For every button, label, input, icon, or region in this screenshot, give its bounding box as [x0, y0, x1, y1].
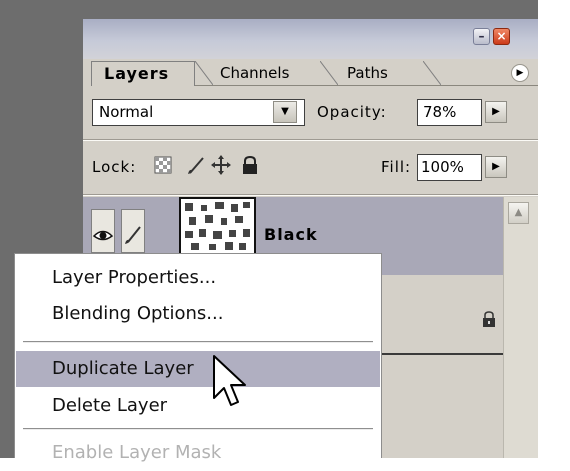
divider — [83, 139, 538, 141]
tab-slant — [423, 61, 441, 86]
opacity-label: Opacity: — [317, 103, 387, 121]
menu-item-delete-layer[interactable]: Delete Layer — [16, 388, 380, 424]
palette-titlebar[interactable]: – × — [83, 19, 538, 59]
opacity-value: 78% — [423, 103, 457, 121]
menu-item-label: Delete Layer — [52, 395, 168, 416]
menu-item-duplicate-layer[interactable]: Duplicate Layer — [16, 351, 380, 387]
menu-item-enable-layer-mask: Enable Layer Mask — [16, 435, 380, 471]
link-toggle[interactable] — [121, 209, 145, 253]
lock-brush-icon[interactable] — [186, 154, 206, 176]
tab-paths-label: Paths — [347, 64, 388, 82]
scrollbar[interactable] — [503, 197, 538, 458]
menu-item-label: Layer Properties... — [52, 267, 217, 288]
menu-item-blending-options[interactable]: Blending Options... — [16, 296, 380, 332]
fill-input[interactable]: 100% — [417, 154, 482, 181]
close-icon[interactable]: × — [493, 28, 510, 45]
context-menu: Layer Properties... Blending Options... … — [14, 253, 382, 463]
layer-thumbnail[interactable] — [179, 197, 256, 255]
tab-slant — [195, 61, 213, 86]
cursor-icon — [213, 355, 246, 406]
tab-channels-label: Channels — [220, 64, 290, 82]
brush-icon — [125, 226, 141, 244]
divider — [83, 194, 538, 196]
tab-layers-label: Layers — [104, 64, 170, 83]
lock-label: Lock: — [92, 158, 137, 176]
opacity-slider-button[interactable]: ▶ — [485, 101, 507, 123]
menu-item-label: Blending Options... — [52, 303, 224, 324]
lock-move-icon[interactable] — [211, 154, 231, 176]
fill-slider-button[interactable]: ▶ — [485, 156, 507, 178]
fill-value: 100% — [421, 158, 464, 176]
tab-layers[interactable]: Layers — [91, 61, 195, 86]
eye-icon — [92, 230, 114, 241]
padlock-icon — [483, 311, 495, 327]
chevron-down-icon[interactable]: ▼ — [273, 101, 297, 123]
scroll-up-icon[interactable]: ▲ — [508, 202, 529, 224]
menu-separator — [23, 428, 373, 430]
fill-label: Fill: — [381, 158, 412, 176]
opacity-input[interactable]: 78% — [417, 99, 482, 126]
layer-name: Black — [264, 225, 318, 244]
palette-menu-icon[interactable]: ▶ — [511, 64, 529, 82]
tab-paths[interactable]: Paths — [347, 61, 388, 86]
blend-mode-value: Normal — [99, 103, 154, 121]
menu-separator — [23, 341, 373, 343]
menu-item-label: Duplicate Layer — [52, 358, 194, 379]
lock-transparent-icon[interactable] — [153, 154, 173, 176]
tab-channels[interactable]: Channels — [220, 61, 289, 86]
visibility-toggle[interactable] — [91, 209, 115, 253]
lock-all-icon[interactable] — [240, 154, 260, 176]
menu-item-layer-properties[interactable]: Layer Properties... — [16, 260, 380, 296]
tab-slant — [320, 61, 338, 86]
minimize-icon[interactable]: – — [473, 28, 490, 45]
menu-item-label: Enable Layer Mask — [52, 442, 222, 463]
